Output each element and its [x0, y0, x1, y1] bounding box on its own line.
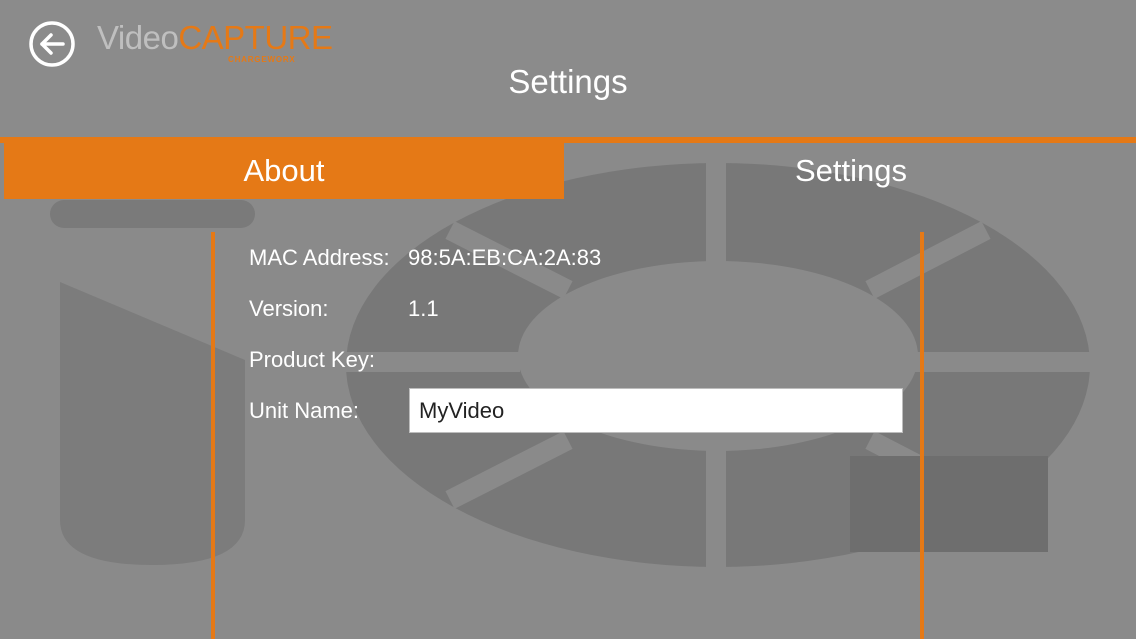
tab-settings[interactable]: Settings: [566, 143, 1136, 199]
logo-capture-text: CAPTURE: [178, 19, 333, 56]
version-value: 1.1: [408, 296, 439, 321]
page-title: Settings: [508, 63, 628, 100]
header-bar: VideoCAPTURE CHARGEWORX Settings: [0, 0, 1136, 137]
unit-name-label: Unit Name:: [249, 398, 360, 423]
logo-wordmark: VideoCAPTURE: [97, 19, 333, 57]
mac-address-value: 98:5A:EB:CA:2A:83: [408, 245, 602, 270]
version-label: Version:: [249, 296, 329, 321]
logo-video-text: Video: [97, 19, 179, 56]
tab-about[interactable]: About: [4, 143, 564, 199]
back-arrow-icon: [29, 21, 75, 67]
back-button[interactable]: [28, 20, 76, 68]
product-key-label: Product Key:: [249, 347, 375, 372]
content-right-border: [920, 232, 924, 639]
mac-address-label: MAC Address:: [249, 245, 390, 270]
content-left-border: [211, 232, 215, 639]
unit-name-input[interactable]: [409, 388, 903, 433]
